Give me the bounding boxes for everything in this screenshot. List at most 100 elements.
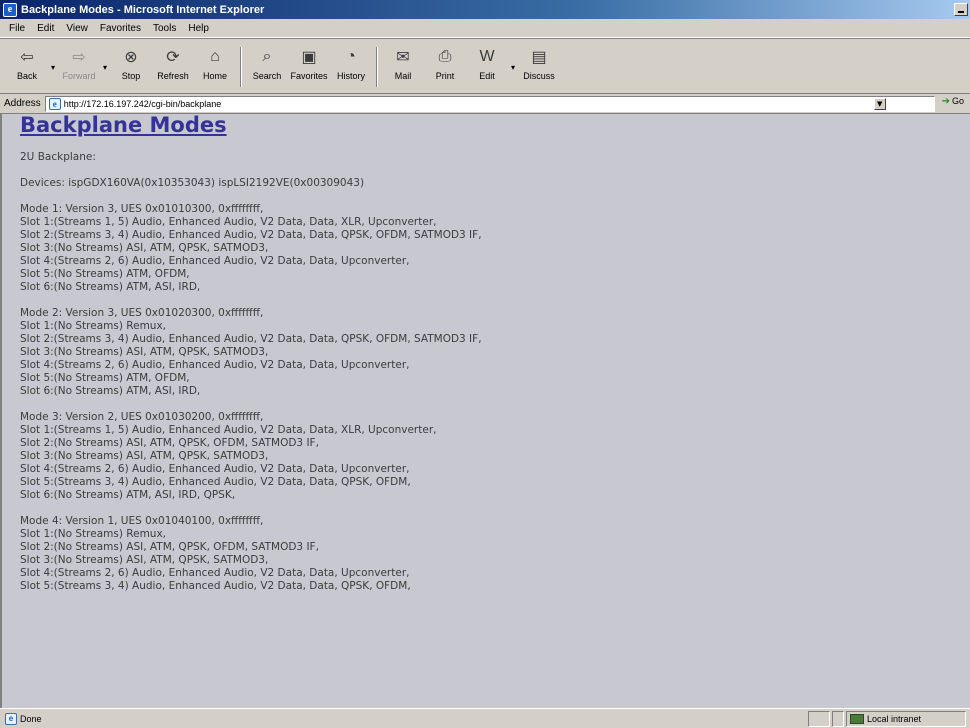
stop-button[interactable]: ⊗ Stop — [110, 43, 152, 91]
status-panel — [808, 711, 830, 727]
stop-label: Stop — [121, 71, 141, 81]
minimize-button[interactable] — [954, 3, 968, 16]
zone-label: Local intranet — [867, 714, 922, 724]
refresh-label: Refresh — [157, 71, 189, 81]
discuss-label: Discuss — [523, 71, 555, 81]
history-button[interactable]: ◔ History — [330, 43, 372, 91]
slot-line: Slot 6:(No Streams) ATM, ASI, IRD, — [20, 281, 201, 293]
menu-favorites[interactable]: Favorites — [94, 23, 147, 34]
print-button[interactable]: ⎙ Print — [424, 43, 466, 91]
slot-line: Slot 5:(Streams 3, 4) Audio, Enhanced Au… — [20, 580, 411, 592]
mode-block: Mode 4: Version 1, UES 0x01040100, 0xfff… — [20, 515, 970, 593]
page-content: Backplane Modes 2U Backplane: Devices: i… — [0, 114, 970, 708]
address-dropdown-button[interactable]: ▼ — [873, 97, 886, 110]
slot-line: Slot 2:(No Streams) ASI, ATM, QPSK, OFDM… — [20, 541, 319, 553]
address-input[interactable] — [63, 98, 884, 109]
slot-line: Slot 5:(No Streams) ATM, OFDM, — [20, 372, 190, 384]
home-button[interactable]: ⌂ Home — [194, 43, 236, 91]
slot-line: Slot 4:(Streams 2, 6) Audio, Enhanced Au… — [20, 567, 410, 579]
go-arrow-icon: ➔ — [941, 95, 950, 107]
page-icon: e — [48, 97, 61, 110]
ie-logo-icon: e — [3, 2, 17, 17]
forward-dropdown-button[interactable]: ▾ — [100, 43, 110, 91]
slot-line: Slot 4:(Streams 2, 6) Audio, Enhanced Au… — [20, 463, 410, 475]
toolbar-separator — [240, 47, 242, 87]
favorites-label: Favorites — [290, 71, 328, 81]
home-label: Home — [202, 71, 227, 81]
mode-header: Mode 4: Version 1, UES 0x01040100, 0xfff… — [20, 515, 264, 527]
address-bar: Address e ▼ ➔ Go — [0, 94, 970, 114]
mail-icon: ✉ — [396, 49, 410, 66]
intranet-icon — [850, 714, 864, 724]
address-box[interactable]: e ▼ — [44, 95, 935, 112]
slot-line: Slot 1:(Streams 1, 5) Audio, Enhanced Au… — [20, 424, 437, 436]
forward-label: Forward — [62, 71, 96, 81]
status-panel — [832, 711, 844, 727]
discuss-button[interactable]: ▤ Discuss — [518, 43, 560, 91]
slot-line: Slot 1:(No Streams) Remux, — [20, 528, 167, 540]
print-label: Print — [435, 71, 455, 81]
title-bar[interactable]: e Backplane Modes - Microsoft Internet E… — [0, 0, 970, 19]
forward-button[interactable]: ⇨ Forward — [58, 43, 100, 91]
backplane-label: 2U Backplane: — [20, 151, 96, 163]
mail-button[interactable]: ✉ Mail — [382, 43, 424, 91]
printer-icon: ⎙ — [438, 48, 452, 65]
slot-line: Slot 4:(Streams 2, 6) Audio, Enhanced Au… — [20, 359, 410, 371]
word-edit-icon: W — [479, 48, 495, 65]
status-bar: e Done Local intranet — [0, 708, 970, 728]
menu-bar: File Edit View Favorites Tools Help — [0, 19, 970, 38]
back-dropdown-button[interactable]: ▾ — [48, 43, 58, 91]
page-done-icon: e — [5, 712, 17, 725]
slot-line: Slot 1:(No Streams) Remux, — [20, 320, 167, 332]
stop-icon: ⊗ — [124, 49, 138, 66]
go-button[interactable]: ➔ Go — [942, 94, 964, 108]
menu-view[interactable]: View — [60, 23, 94, 34]
refresh-button[interactable]: ⟳ Refresh — [152, 43, 194, 91]
go-label: Go — [951, 96, 964, 106]
home-icon: ⌂ — [210, 48, 220, 65]
edit-dropdown-button[interactable]: ▾ — [508, 43, 518, 91]
slot-line: Slot 4:(Streams 2, 6) Audio, Enhanced Au… — [20, 255, 410, 267]
history-label: History — [336, 71, 365, 81]
mode-block: Mode 3: Version 2, UES 0x01030200, 0xfff… — [20, 411, 970, 502]
back-label: Back — [16, 71, 37, 81]
history-icon: ◔ — [346, 48, 356, 65]
slot-line: Slot 5:(No Streams) ATM, OFDM, — [20, 268, 190, 280]
search-label: Search — [252, 71, 282, 81]
favorites-folder-icon: ▣ — [301, 49, 317, 66]
search-icon: ⌕ — [262, 48, 272, 65]
status-text: Done — [20, 713, 42, 724]
forward-arrow-icon: ⇨ — [72, 49, 86, 66]
security-zone[interactable]: Local intranet — [846, 711, 966, 727]
menu-edit[interactable]: Edit — [31, 23, 60, 34]
menu-tools[interactable]: Tools — [147, 23, 182, 34]
discuss-icon: ▤ — [531, 49, 547, 66]
standard-toolbar: ⇦ Back ▾ ⇨ Forward ▾ ⊗ Stop ⟳ Refresh ⌂ … — [0, 38, 970, 94]
back-arrow-icon: ⇦ — [20, 49, 34, 66]
slot-line: Slot 6:(No Streams) ATM, ASI, IRD, QPSK, — [20, 489, 236, 501]
back-button[interactable]: ⇦ Back — [6, 43, 48, 91]
refresh-icon: ⟳ — [166, 49, 180, 66]
mode-header: Mode 1: Version 3, UES 0x01010300, 0xfff… — [20, 203, 264, 215]
search-button[interactable]: ⌕ Search — [246, 43, 288, 91]
mail-label: Mail — [394, 71, 412, 81]
slot-line: Slot 3:(No Streams) ASI, ATM, QPSK, SATM… — [20, 554, 269, 566]
slot-line: Slot 3:(No Streams) ASI, ATM, QPSK, SATM… — [20, 346, 269, 358]
slot-line: Slot 2:(Streams 3, 4) Audio, Enhanced Au… — [20, 229, 482, 241]
mode-header: Mode 3: Version 2, UES 0x01030200, 0xfff… — [20, 411, 264, 423]
slot-line: Slot 5:(Streams 3, 4) Audio, Enhanced Au… — [20, 476, 411, 488]
toolbar-separator — [376, 47, 378, 87]
menu-file[interactable]: File — [3, 23, 31, 34]
mode-header: Mode 2: Version 3, UES 0x01020300, 0xfff… — [20, 307, 264, 319]
devices-line: Devices: ispGDX160VA(0x10353043) ispLSI2… — [20, 177, 365, 189]
slot-line: Slot 2:(Streams 3, 4) Audio, Enhanced Au… — [20, 333, 482, 345]
browser-window: e Backplane Modes - Microsoft Internet E… — [0, 0, 970, 728]
menu-help[interactable]: Help — [182, 23, 215, 34]
mode-block: Mode 1: Version 3, UES 0x01010300, 0xfff… — [20, 203, 970, 294]
address-label: Address — [4, 98, 41, 109]
window-title: Backplane Modes - Microsoft Internet Exp… — [21, 3, 265, 16]
mode-block: Mode 2: Version 3, UES 0x01020300, 0xfff… — [20, 307, 970, 398]
favorites-button[interactable]: ▣ Favorites — [288, 43, 330, 91]
edit-button[interactable]: W Edit — [466, 43, 508, 91]
page-heading[interactable]: Backplane Modes — [20, 114, 970, 138]
